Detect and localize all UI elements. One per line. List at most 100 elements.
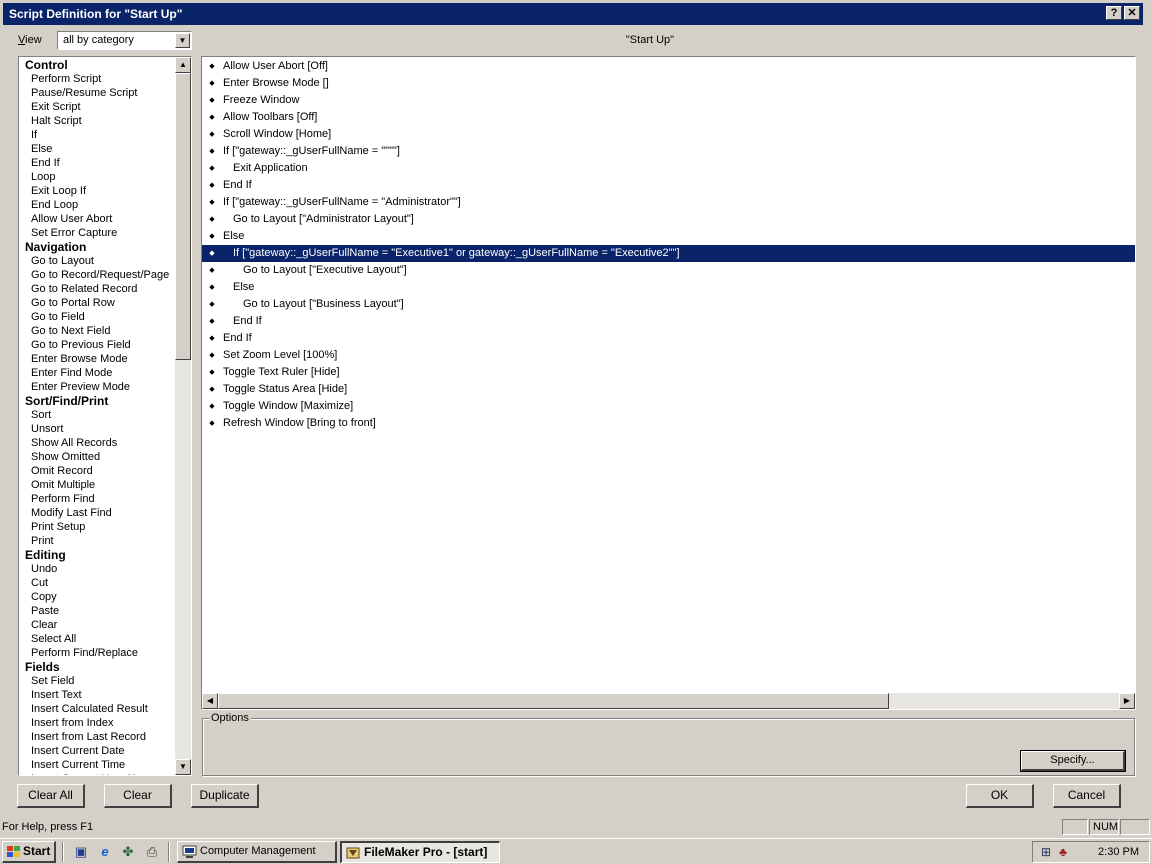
step-list-item[interactable]: Go to Previous Field	[19, 338, 175, 352]
step-list-item[interactable]: Sort	[19, 408, 175, 422]
step-list-scrollbar[interactable]: ▲ ▼	[175, 57, 191, 775]
drag-handle-icon[interactable]: ◆	[208, 109, 216, 126]
step-list-item[interactable]: Set Error Capture	[19, 226, 175, 240]
drag-handle-icon[interactable]: ◆	[208, 313, 216, 330]
view-dropdown[interactable]: all by category ▼	[57, 31, 192, 50]
script-step-row[interactable]: ◆ Scroll Window [Home]	[202, 126, 1135, 143]
drag-handle-icon[interactable]: ◆	[208, 347, 216, 364]
step-list-item[interactable]: Paste	[19, 604, 175, 618]
scroll-left-icon[interactable]: ◀	[202, 693, 218, 709]
step-list-item[interactable]: Print Setup	[19, 520, 175, 534]
step-list-item[interactable]: Set Field	[19, 674, 175, 688]
script-step-row[interactable]: ◆ Freeze Window	[202, 92, 1135, 109]
script-step-row[interactable]: ◆ End If	[202, 177, 1135, 194]
step-list-item[interactable]: Go to Portal Row	[19, 296, 175, 310]
step-list-item[interactable]: Print	[19, 534, 175, 548]
duplicate-button[interactable]: Duplicate	[191, 784, 259, 808]
step-list-item[interactable]: Exit Loop If	[19, 184, 175, 198]
step-list-item[interactable]: Insert Current User Name	[19, 772, 175, 775]
step-list-item[interactable]: Enter Find Mode	[19, 366, 175, 380]
drag-handle-icon[interactable]: ◆	[208, 279, 216, 296]
drag-handle-icon[interactable]: ◆	[208, 143, 216, 160]
steps-horizontal-scrollbar[interactable]: ◀ ▶	[202, 693, 1135, 709]
printer-icon[interactable]: ⎙	[143, 843, 161, 861]
script-step-row[interactable]: ◆ Toggle Text Ruler [Hide]	[202, 364, 1135, 381]
drag-handle-icon[interactable]: ◆	[208, 92, 216, 109]
clear-all-button[interactable]: Clear All	[17, 784, 85, 808]
step-list-item[interactable]: Go to Field	[19, 310, 175, 324]
script-step-row[interactable]: ◆ Toggle Window [Maximize]	[202, 398, 1135, 415]
script-step-row[interactable]: ◆ Go to Layout ["Business Layout"]	[202, 296, 1135, 313]
step-list-item[interactable]: Perform Find	[19, 492, 175, 506]
step-list-item[interactable]: Loop	[19, 170, 175, 184]
step-list-item[interactable]: Exit Script	[19, 100, 175, 114]
step-list-item[interactable]: Perform Script	[19, 72, 175, 86]
taskbar-task-button[interactable]: Computer Management	[177, 841, 337, 863]
step-list-item[interactable]: Copy	[19, 590, 175, 604]
step-list-item[interactable]: Omit Record	[19, 464, 175, 478]
step-list-item[interactable]: Insert Current Time	[19, 758, 175, 772]
help-button[interactable]: ?	[1106, 6, 1122, 20]
drag-handle-icon[interactable]: ◆	[208, 211, 216, 228]
step-list-item[interactable]: Undo	[19, 562, 175, 576]
script-step-row[interactable]: ◆ Set Zoom Level [100%]	[202, 347, 1135, 364]
step-list-item[interactable]: Perform Find/Replace	[19, 646, 175, 660]
close-button[interactable]: ✕	[1124, 6, 1140, 20]
script-step-row[interactable]: ◆ Else	[202, 228, 1135, 245]
scroll-right-icon[interactable]: ▶	[1119, 693, 1135, 709]
step-list-item[interactable]: Insert Calculated Result	[19, 702, 175, 716]
step-list-item[interactable]: Pause/Resume Script	[19, 86, 175, 100]
drag-handle-icon[interactable]: ◆	[208, 177, 216, 194]
start-button[interactable]: Start	[2, 841, 56, 863]
drag-handle-icon[interactable]: ◆	[208, 364, 216, 381]
step-list-item[interactable]: Cut	[19, 576, 175, 590]
script-step-row[interactable]: ◆ If ["gateway::_gUserFullName = "Adminis…	[202, 194, 1135, 211]
drag-handle-icon[interactable]: ◆	[208, 58, 216, 75]
step-list-item[interactable]: Allow User Abort	[19, 212, 175, 226]
taskbar-task-button[interactable]: FileMaker Pro - [start]	[340, 841, 500, 863]
drag-handle-icon[interactable]: ◆	[208, 381, 216, 398]
step-list-item[interactable]: Insert from Last Record	[19, 730, 175, 744]
step-list-item[interactable]: Omit Multiple	[19, 478, 175, 492]
script-step-row[interactable]: ◆ Go to Layout ["Executive Layout"]	[202, 262, 1135, 279]
step-list-item[interactable]: Unsort	[19, 422, 175, 436]
script-step-row[interactable]: ◆ Exit Application	[202, 160, 1135, 177]
script-step-row[interactable]: ◆ Allow Toolbars [Off]	[202, 109, 1135, 126]
show-desktop-icon[interactable]: ▣	[72, 843, 90, 861]
network-icon[interactable]: ✤	[119, 843, 137, 861]
step-list-item[interactable]: Go to Layout	[19, 254, 175, 268]
drag-handle-icon[interactable]: ◆	[208, 296, 216, 313]
dropdown-arrow-icon[interactable]: ▼	[175, 33, 190, 48]
user-tray-icon[interactable]: ♣	[1054, 843, 1072, 861]
drag-handle-icon[interactable]: ◆	[208, 160, 216, 177]
horizontal-scroll-thumb[interactable]	[218, 693, 889, 709]
script-step-row[interactable]: ◆ Allow User Abort [Off]	[202, 58, 1135, 75]
step-list-item[interactable]: Insert Current Date	[19, 744, 175, 758]
step-list-item[interactable]: Else	[19, 142, 175, 156]
clear-button[interactable]: Clear	[104, 784, 172, 808]
step-list-item[interactable]: If	[19, 128, 175, 142]
drag-handle-icon[interactable]: ◆	[208, 126, 216, 143]
script-step-row[interactable]: ◆ Refresh Window [Bring to front]	[202, 415, 1135, 432]
step-list-item[interactable]: End If	[19, 156, 175, 170]
script-step-row[interactable]: ◆ Else	[202, 279, 1135, 296]
step-list-item[interactable]: Select All	[19, 632, 175, 646]
internet-explorer-icon[interactable]: e	[96, 843, 114, 861]
step-list-item[interactable]: Go to Related Record	[19, 282, 175, 296]
script-step-row[interactable]: ◆ End If	[202, 313, 1135, 330]
step-list-item[interactable]: Modify Last Find	[19, 506, 175, 520]
drag-handle-icon[interactable]: ◆	[208, 194, 216, 211]
cancel-button[interactable]: Cancel	[1053, 784, 1121, 808]
drag-handle-icon[interactable]: ◆	[208, 330, 216, 347]
specify-button[interactable]: Specify...	[1020, 750, 1126, 772]
drag-handle-icon[interactable]: ◆	[208, 398, 216, 415]
script-step-row[interactable]: ◆ If ["gateway::_gUserFullName = "Executi…	[202, 245, 1135, 262]
scroll-up-icon[interactable]: ▲	[175, 57, 191, 73]
step-list-item[interactable]: Show Omitted	[19, 450, 175, 464]
scroll-thumb[interactable]	[175, 73, 191, 360]
script-step-row[interactable]: ◆ End If	[202, 330, 1135, 347]
step-list-item[interactable]: Insert Text	[19, 688, 175, 702]
script-steps-area[interactable]: ◆ Allow User Abort [Off] ◆ Enter Browse Mod…	[201, 56, 1136, 710]
step-list-item[interactable]: End Loop	[19, 198, 175, 212]
drag-handle-icon[interactable]: ◆	[208, 75, 216, 92]
